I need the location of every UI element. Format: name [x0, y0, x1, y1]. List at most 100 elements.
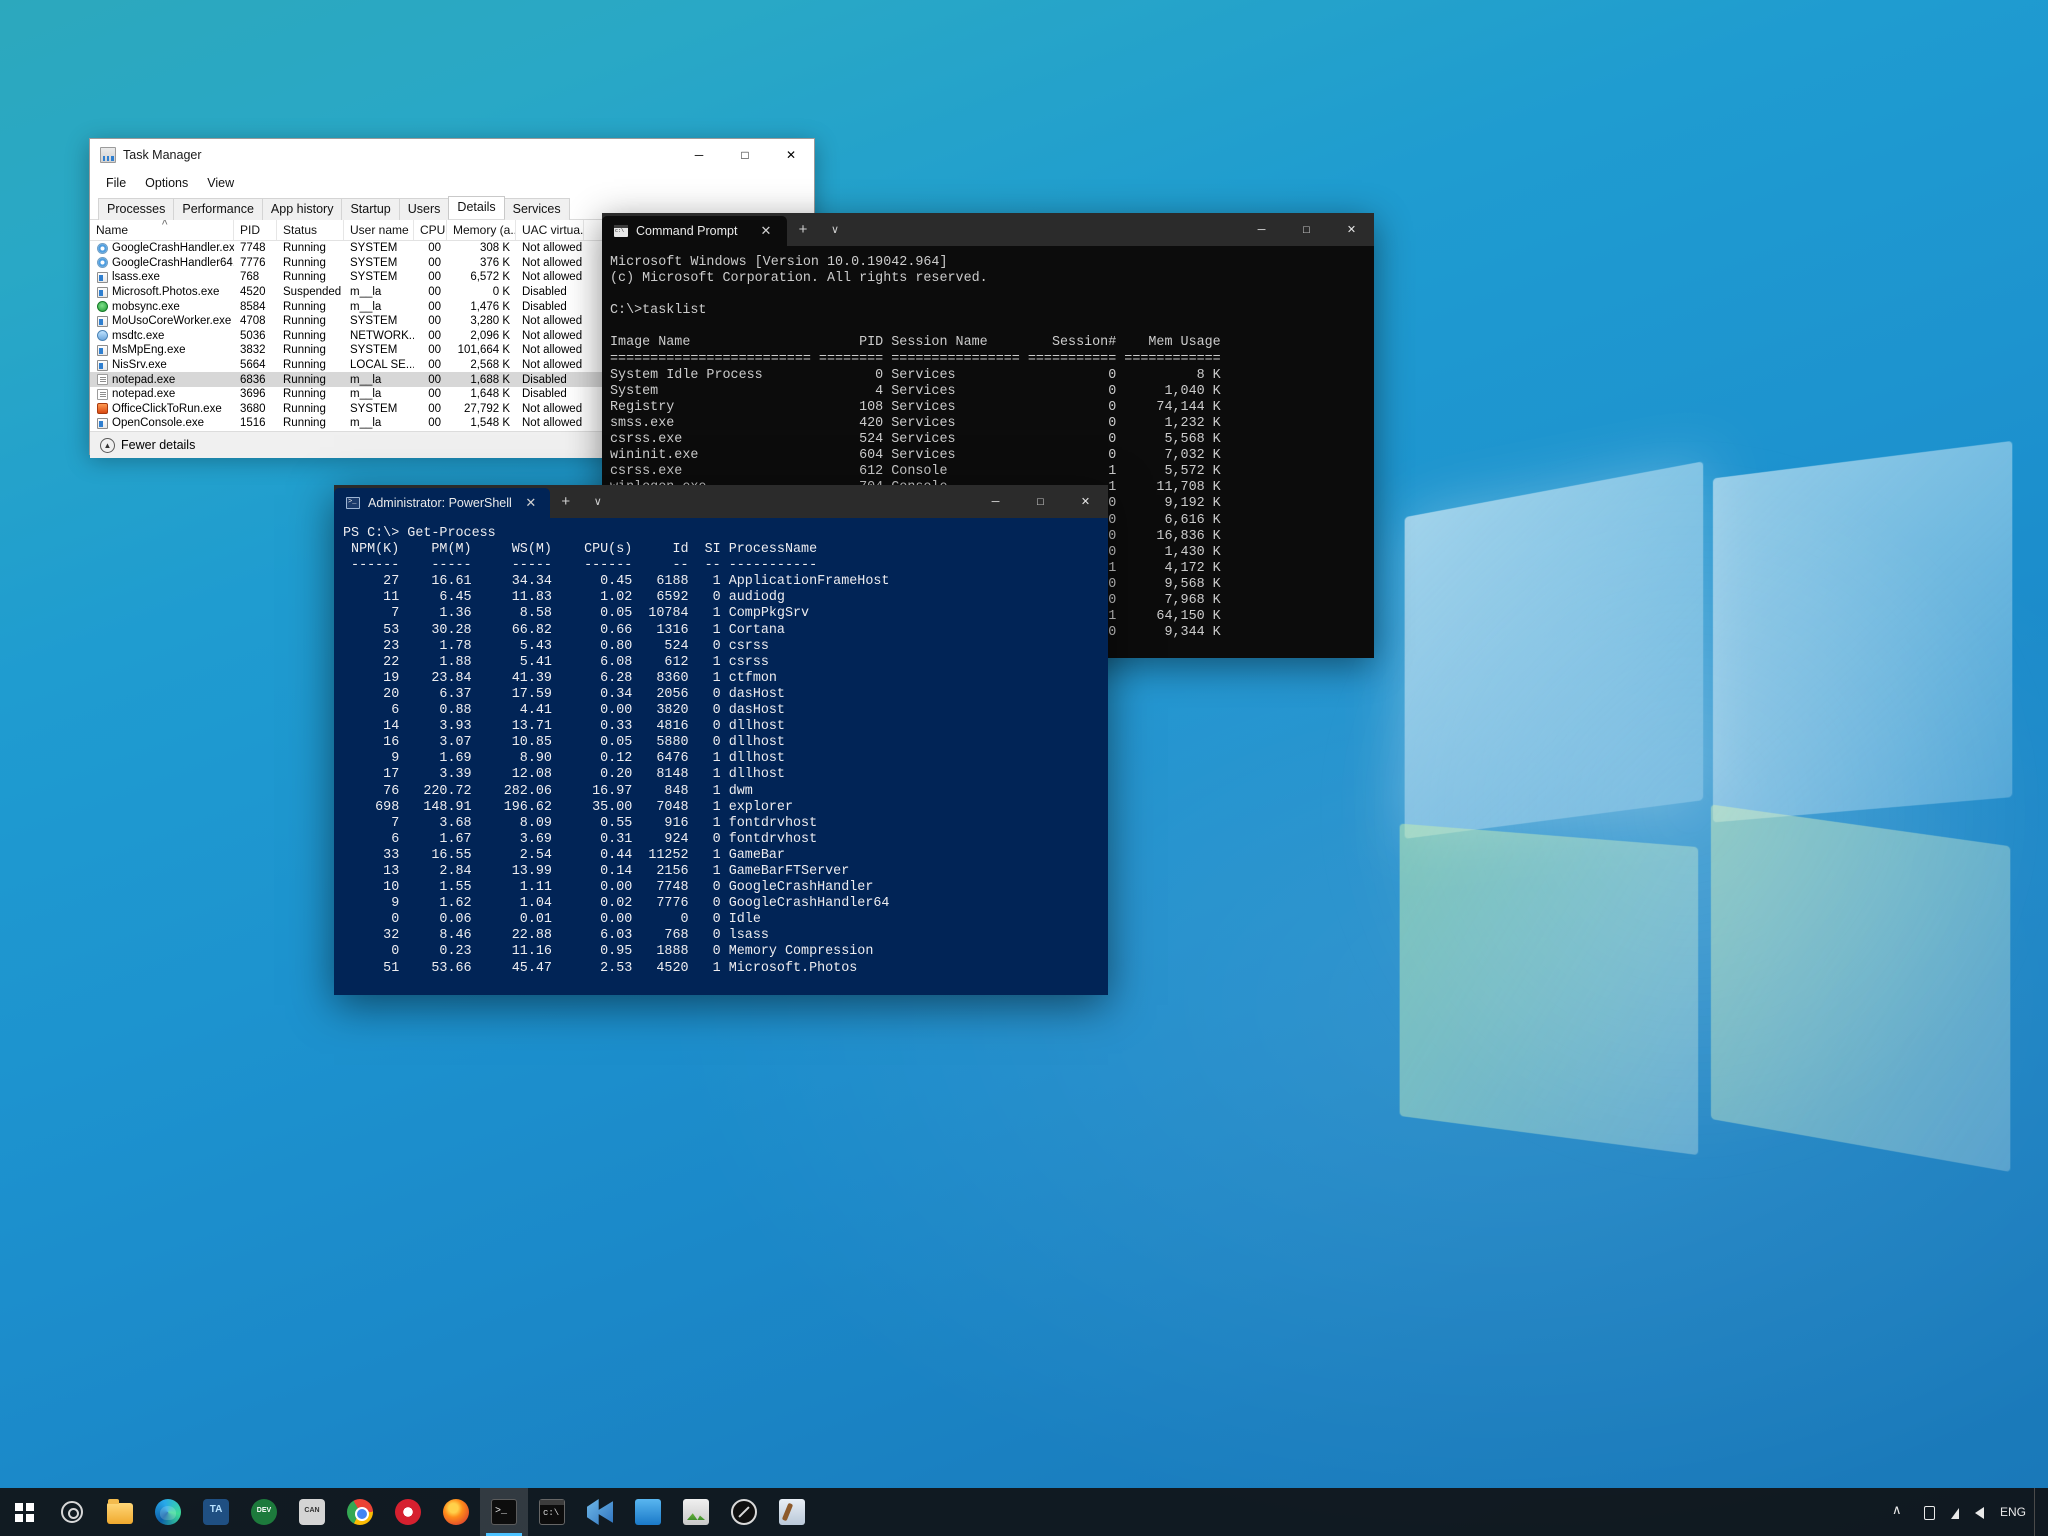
- chevron-down-icon[interactable]: ∨: [819, 213, 851, 246]
- cell-memory: 308 K: [479, 242, 510, 255]
- menu-file[interactable]: File: [98, 173, 134, 193]
- cell-user-name: m__la: [350, 300, 382, 313]
- cell-user-name: SYSTEM: [350, 402, 398, 415]
- cell-pid: 7748: [240, 242, 266, 255]
- fewer-details-button[interactable]: Fewer details: [121, 438, 195, 452]
- cell-name: msdtc.exe: [90, 330, 234, 342]
- menu-options[interactable]: Options: [137, 173, 196, 193]
- opera-icon: [395, 1499, 421, 1525]
- taskbar-item-file-explorer[interactable]: [96, 1488, 144, 1536]
- powershell-output[interactable]: PS C:\> Get-Process NPM(K) PM(M) WS(M) C…: [334, 518, 1108, 995]
- tab-services[interactable]: Services: [503, 198, 570, 220]
- tab-command-prompt[interactable]: Command Prompt ✕: [602, 216, 787, 246]
- command-prompt-tabstrip[interactable]: Command Prompt ✕ + ∨ ─ □ ✕: [602, 213, 1374, 246]
- network-icon: [1950, 1508, 1959, 1519]
- powershell-table-separator: ------ ----- ----- ------ -- -- --------…: [343, 558, 818, 574]
- taskbar-item-google-chrome[interactable]: [336, 1488, 384, 1536]
- task-manager-titlebar[interactable]: Task Manager ─ □ ✕: [90, 139, 814, 170]
- firefox-icon: [443, 1499, 469, 1525]
- taskbar-item-firefox[interactable]: [432, 1488, 480, 1536]
- taskbar-item-visual-studio[interactable]: [576, 1488, 624, 1536]
- new-tab-button[interactable]: +: [550, 485, 582, 518]
- powershell-table-header: NPM(K) PM(M) WS(M) CPU(s) Id SI ProcessN…: [343, 542, 818, 558]
- column-header-uac-virtualization[interactable]: UAC virtua...: [516, 220, 584, 240]
- taskbar-item-dev-app[interactable]: [240, 1488, 288, 1536]
- cell-cpu: 00: [428, 256, 441, 269]
- photos-icon: [683, 1499, 709, 1525]
- dev-icon: [251, 1499, 277, 1525]
- cell-user-name: NETWORK...: [350, 329, 414, 342]
- show-hidden-icons-button[interactable]: [1884, 1488, 1916, 1536]
- tab-processes[interactable]: Processes: [98, 198, 175, 220]
- minimize-button[interactable]: ─: [973, 485, 1018, 518]
- close-button[interactable]: ✕: [768, 139, 814, 170]
- task-manager-title: Task Manager: [123, 147, 202, 162]
- taskbar-item-settings[interactable]: [48, 1488, 96, 1536]
- maximize-button[interactable]: □: [722, 139, 768, 170]
- column-header-cpu[interactable]: CPU: [414, 220, 447, 240]
- minimize-button[interactable]: ─: [676, 139, 722, 170]
- chevron-down-icon[interactable]: ∨: [582, 485, 614, 518]
- cell-pid: 1516: [240, 417, 266, 430]
- document-icon: [97, 286, 108, 298]
- usb-tray-button[interactable]: [1916, 1488, 1943, 1536]
- taskbar-item-photos[interactable]: [672, 1488, 720, 1536]
- taskbar-item-ta-app[interactable]: [192, 1488, 240, 1536]
- maximize-button[interactable]: □: [1284, 213, 1329, 246]
- cell-pid: 4520: [240, 286, 266, 299]
- taskbar-item-microsoft-edge[interactable]: [144, 1488, 192, 1536]
- tab-title: Command Prompt: [636, 224, 738, 238]
- process-name: lsass.exe: [112, 271, 160, 284]
- column-header-name[interactable]: Name: [90, 220, 234, 240]
- taskbar-item-windows-terminal[interactable]: [480, 1488, 528, 1536]
- taskbar-item-command-prompt[interactable]: [528, 1488, 576, 1536]
- task-manager-icon: [100, 146, 116, 163]
- cell-cpu: 00: [428, 286, 441, 299]
- cell-status: Running: [283, 359, 326, 372]
- taskbar-item-can-app[interactable]: [288, 1488, 336, 1536]
- tab-app-history[interactable]: App history: [261, 198, 343, 220]
- close-button[interactable]: ✕: [1329, 213, 1374, 246]
- notepad-icon: [97, 374, 108, 386]
- cell-status: Running: [283, 256, 326, 269]
- column-header-memory[interactable]: Memory (a...: [447, 220, 516, 240]
- tab-powershell[interactable]: Administrator: PowerShell ✕: [334, 488, 550, 518]
- tab-startup[interactable]: Startup: [341, 198, 400, 220]
- column-header-status[interactable]: Status: [277, 220, 344, 240]
- minimize-button[interactable]: ─: [1239, 213, 1284, 246]
- cell-status: Suspended: [283, 286, 342, 299]
- powershell-tabstrip[interactable]: Administrator: PowerShell ✕ + ∨ ─ □ ✕: [334, 485, 1108, 518]
- taskbar-item-blue-app[interactable]: [624, 1488, 672, 1536]
- green-circle-icon: [97, 301, 108, 313]
- taskbar-item-paint[interactable]: [768, 1488, 816, 1536]
- tab-details[interactable]: Details: [448, 196, 505, 219]
- maximize-button[interactable]: □: [1018, 485, 1063, 518]
- cell-uac: Not allowed: [522, 344, 583, 357]
- cell-uac: Not allowed: [522, 359, 583, 372]
- cell-cpu: 00: [428, 271, 441, 284]
- volume-icon: [1974, 1507, 1984, 1519]
- start-button[interactable]: [0, 1488, 48, 1536]
- close-tab-icon[interactable]: ✕: [755, 223, 777, 239]
- language-indicator[interactable]: ENG: [1992, 1505, 2034, 1519]
- cell-name: notepad.exe: [90, 388, 234, 400]
- taskbar-item-ghost-app[interactable]: [720, 1488, 768, 1536]
- taskbar[interactable]: ENG: [0, 1488, 2048, 1536]
- cell-name: NisSrv.exe: [90, 359, 234, 371]
- column-header-pid[interactable]: PID: [234, 220, 277, 240]
- network-tray-button[interactable]: [1943, 1488, 1967, 1536]
- close-button[interactable]: ✕: [1063, 485, 1108, 518]
- tab-performance[interactable]: Performance: [173, 198, 263, 220]
- menu-view[interactable]: View: [199, 173, 242, 193]
- taskbar-item-opera[interactable]: [384, 1488, 432, 1536]
- tab-users[interactable]: Users: [398, 198, 450, 220]
- cell-cpu: 00: [428, 344, 441, 357]
- show-desktop-button[interactable]: [2034, 1488, 2042, 1536]
- close-tab-icon[interactable]: ✕: [520, 495, 542, 511]
- volume-tray-button[interactable]: [1967, 1488, 1992, 1536]
- powershell-window[interactable]: Administrator: PowerShell ✕ + ∨ ─ □ ✕ PS…: [334, 485, 1108, 995]
- cell-pid: 7776: [240, 256, 266, 269]
- cell-memory: 2,096 K: [470, 329, 510, 342]
- column-header-user-name[interactable]: User name: [344, 220, 414, 240]
- new-tab-button[interactable]: +: [787, 213, 819, 246]
